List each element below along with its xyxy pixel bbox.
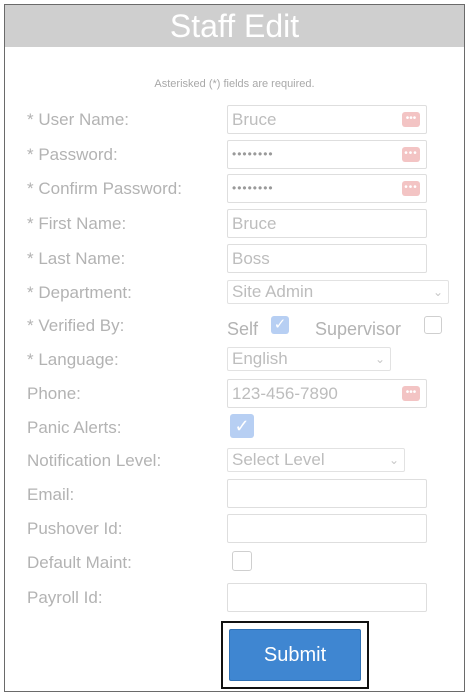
password-manager-icon[interactable]: ••• xyxy=(402,386,420,401)
language-select[interactable]: English ⌄ xyxy=(227,347,391,371)
panic-alerts-checkbox[interactable]: ✓ xyxy=(230,414,254,438)
default-maint-label: Default Maint: xyxy=(27,553,132,572)
first-name-value: Bruce xyxy=(232,214,277,233)
payroll-id-label: Payroll Id: xyxy=(27,588,103,607)
language-label: * Language: xyxy=(27,350,119,369)
last-name-value: Boss xyxy=(232,249,270,268)
password-value: •••••••• xyxy=(232,147,274,161)
first-name-field[interactable]: Bruce xyxy=(227,209,427,238)
department-value: Site Admin xyxy=(232,282,314,301)
email-field[interactable] xyxy=(227,479,427,508)
chevron-down-icon: ⌄ xyxy=(388,453,399,467)
pushover-id-field[interactable] xyxy=(227,514,427,543)
phone-field[interactable]: 123-456-7890 ••• xyxy=(227,379,427,408)
verified-self-label: Self xyxy=(227,319,259,339)
payroll-id-field[interactable] xyxy=(227,583,427,612)
username-label: * User Name: xyxy=(27,110,130,129)
department-select[interactable]: Site Admin ⌄ xyxy=(227,280,449,304)
phone-value: 123-456-7890 xyxy=(232,384,338,403)
confirm-password-value: •••••••• xyxy=(232,181,274,195)
chevron-down-icon: ⌄ xyxy=(374,352,385,366)
chevron-down-icon: ⌄ xyxy=(432,285,443,299)
verified-by-label: * Verified By: xyxy=(27,316,125,335)
password-manager-icon[interactable]: ••• xyxy=(402,181,420,196)
verified-supervisor-checkbox[interactable] xyxy=(424,316,442,334)
panic-alerts-label: Panic Alerts: xyxy=(27,418,122,437)
password-field[interactable]: •••••••• ••• xyxy=(227,140,427,169)
verified-self-checkbox[interactable]: ✓ xyxy=(271,316,289,334)
password-label: * Password: xyxy=(27,145,118,164)
pushover-id-label: Pushover Id: xyxy=(27,519,123,538)
notification-level-select[interactable]: Select Level ⌄ xyxy=(227,448,405,472)
email-label: Email: xyxy=(27,485,75,504)
confirm-password-label: * Confirm Password: xyxy=(27,179,182,198)
first-name-label: * First Name: xyxy=(27,214,127,233)
password-manager-icon[interactable]: ••• xyxy=(402,147,420,162)
page-title: Staff Edit xyxy=(5,5,464,47)
username-value: Bruce xyxy=(232,110,277,129)
default-maint-checkbox[interactable] xyxy=(232,551,252,571)
notification-level-value: Select Level xyxy=(232,450,325,469)
phone-label: Phone: xyxy=(27,384,81,403)
submit-focus-frame: Submit xyxy=(221,621,369,689)
language-value: English xyxy=(232,349,288,368)
department-label: * Department: xyxy=(27,283,132,302)
staff-edit-panel: Staff Edit Asterisked (*) fields are req… xyxy=(4,4,465,692)
verified-supervisor-label: Supervisor xyxy=(315,319,402,339)
required-note: Asterisked (*) fields are required. xyxy=(154,78,315,90)
notification-level-label: Notification Level: xyxy=(27,451,162,470)
last-name-field[interactable]: Boss xyxy=(227,244,427,273)
confirm-password-field[interactable]: •••••••• ••• xyxy=(227,174,427,203)
username-field[interactable]: Bruce ••• xyxy=(227,105,427,134)
last-name-label: * Last Name: xyxy=(27,249,126,268)
submit-button[interactable]: Submit xyxy=(229,629,361,681)
password-manager-icon[interactable]: ••• xyxy=(402,112,420,127)
